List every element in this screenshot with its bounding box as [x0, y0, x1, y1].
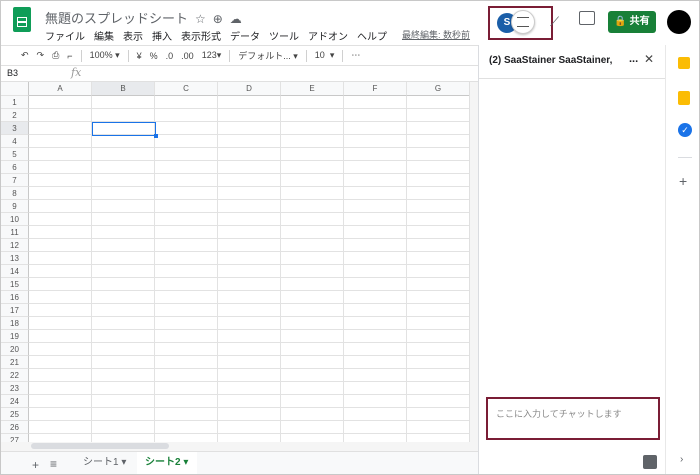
- sheet-tab-2-active[interactable]: シート2 ▾: [137, 452, 197, 474]
- row-header[interactable]: 7: [1, 174, 29, 187]
- highlight-box-chat-button: [488, 6, 553, 40]
- sheets-logo-icon[interactable]: [13, 7, 31, 32]
- add-addon-icon[interactable]: +: [679, 173, 687, 189]
- menu-bar: ファイル 編集 表示 挿入 表示形式 データ ツール アドオン ヘルプ 最終編集…: [45, 28, 479, 43]
- menu-item-file[interactable]: ファイル: [45, 28, 90, 43]
- side-panel-rail: ✓ + ›: [665, 45, 699, 474]
- row-header[interactable]: 26: [1, 421, 29, 434]
- select-all-corner[interactable]: [1, 82, 29, 96]
- add-sheet-icon[interactable]: +: [32, 458, 39, 472]
- chat-panel-title: (2) SaaStainer SaaStainer,: [489, 55, 613, 66]
- move-icon[interactable]: ⊕: [209, 12, 223, 26]
- toolbar: ↶ ↷ ⎙ ⌐ 100% ▾ ¥ % .0 .00 123▾ デフォルト... …: [1, 45, 478, 65]
- decrease-decimal-button[interactable]: .0: [166, 51, 174, 61]
- column-header[interactable]: B: [92, 82, 155, 96]
- comment-history-icon[interactable]: [579, 11, 595, 25]
- row-header[interactable]: 22: [1, 369, 29, 382]
- zoom-select[interactable]: 100% ▾: [90, 50, 120, 61]
- row-header[interactable]: 6: [1, 161, 29, 174]
- fx-icon: fx: [71, 66, 82, 79]
- row-header[interactable]: 25: [1, 408, 29, 421]
- column-header[interactable]: G: [407, 82, 469, 96]
- row-header[interactable]: 21: [1, 356, 29, 369]
- formula-bar: B3 fx: [1, 65, 478, 82]
- row-header[interactable]: 17: [1, 304, 29, 317]
- row-header[interactable]: 19: [1, 330, 29, 343]
- rail-divider: [678, 157, 692, 158]
- selected-cell-b3[interactable]: [92, 122, 158, 138]
- sheets-window: 無題のスプレッドシート ☆ ⊕ ☁ ファイル 編集 表示 挿入 表示形式 データ…: [0, 0, 700, 475]
- star-icon[interactable]: ☆: [192, 12, 206, 26]
- column-header[interactable]: A: [29, 82, 92, 96]
- menu-item-edit[interactable]: 編集: [94, 28, 119, 43]
- explore-icon[interactable]: [643, 455, 657, 469]
- row-header[interactable]: 5: [1, 148, 29, 161]
- paint-format-icon[interactable]: ⌐: [67, 51, 72, 61]
- tasks-icon[interactable]: ✓: [678, 123, 692, 137]
- column-header[interactable]: E: [281, 82, 344, 96]
- row-header[interactable]: 24: [1, 395, 29, 408]
- activity-trend-icon[interactable]: ⟋: [550, 14, 559, 30]
- number-format-select[interactable]: 123▾: [202, 50, 222, 61]
- column-header[interactable]: F: [344, 82, 407, 96]
- row-header[interactable]: 20: [1, 343, 29, 356]
- chat-panel-header: (2) SaaStainer SaaStainer, ... ✕: [479, 45, 666, 79]
- chat-more-icon[interactable]: ...: [629, 53, 638, 65]
- vertical-scrollbar[interactable]: [469, 82, 478, 442]
- close-icon[interactable]: ✕: [644, 52, 654, 66]
- menu-item-tools[interactable]: ツール: [269, 28, 304, 43]
- column-header[interactable]: C: [155, 82, 218, 96]
- calendar-icon[interactable]: [678, 57, 690, 69]
- row-header[interactable]: 9: [1, 200, 29, 213]
- row-header[interactable]: 8: [1, 187, 29, 200]
- row-header[interactable]: 2: [1, 109, 29, 122]
- row-header[interactable]: 13: [1, 252, 29, 265]
- menu-item-format[interactable]: 表示形式: [181, 28, 226, 43]
- row-header[interactable]: 1: [1, 96, 29, 109]
- more-options-button[interactable]: ⋯: [351, 50, 360, 61]
- sheet-tab-1[interactable]: シート1 ▾: [73, 452, 133, 474]
- menu-item-insert[interactable]: 挿入: [152, 28, 177, 43]
- account-avatar[interactable]: [667, 10, 691, 34]
- sheet-tab-bar: + ≡ シート1 ▾ シート2 ▾: [1, 451, 478, 474]
- undo-icon[interactable]: ↶: [21, 50, 29, 61]
- share-label: 共有: [629, 16, 650, 27]
- cloud-icon: ☁: [226, 12, 242, 26]
- row-header[interactable]: 10: [1, 213, 29, 226]
- horizontal-scroll-thumb[interactable]: [31, 443, 169, 449]
- redo-icon[interactable]: ↷: [37, 50, 45, 61]
- spreadsheet-grid[interactable]: ABCDEFG 1 2 3 4 5 6 7 8 9 10 11 12 13 14 15 16 17 18 19 20 2…: [1, 82, 469, 442]
- print-icon[interactable]: ⎙: [52, 50, 59, 61]
- rail-expand-icon[interactable]: ›: [680, 454, 683, 465]
- row-header[interactable]: 14: [1, 265, 29, 278]
- row-header[interactable]: 18: [1, 317, 29, 330]
- column-header[interactable]: D: [218, 82, 281, 96]
- row-header[interactable]: 15: [1, 278, 29, 291]
- row-header[interactable]: 12: [1, 239, 29, 252]
- increase-decimal-button[interactable]: .00: [181, 51, 194, 61]
- percent-button[interactable]: %: [150, 51, 158, 61]
- share-button[interactable]: 🔒 共有: [608, 11, 656, 33]
- all-sheets-icon[interactable]: ≡: [50, 457, 57, 471]
- menu-item-addons[interactable]: アドオン: [308, 28, 353, 43]
- menu-item-help[interactable]: ヘルプ: [357, 28, 392, 43]
- row-header[interactable]: 11: [1, 226, 29, 239]
- chat-input[interactable]: ここに入力してチャットします: [496, 407, 622, 420]
- name-box[interactable]: B3: [7, 68, 18, 78]
- menu-item-view[interactable]: 表示: [123, 28, 148, 43]
- menu-item-data[interactable]: データ: [230, 28, 265, 43]
- doc-title[interactable]: 無題のスプレッドシート ☆ ⊕ ☁: [45, 8, 242, 27]
- row-header[interactable]: 4: [1, 135, 29, 148]
- last-edit-link[interactable]: 最終編集: 数秒前: [402, 28, 475, 43]
- row-header[interactable]: 3: [1, 122, 29, 135]
- font-select[interactable]: デフォルト... ▾: [238, 49, 298, 62]
- keep-icon[interactable]: [678, 91, 690, 105]
- font-size-select[interactable]: 10 ▾: [315, 50, 335, 61]
- doc-title-text[interactable]: 無題のスプレッドシート: [45, 11, 188, 26]
- currency-button[interactable]: ¥: [137, 51, 142, 61]
- row-header[interactable]: 16: [1, 291, 29, 304]
- row-header[interactable]: 23: [1, 382, 29, 395]
- row-header[interactable]: 27: [1, 434, 29, 442]
